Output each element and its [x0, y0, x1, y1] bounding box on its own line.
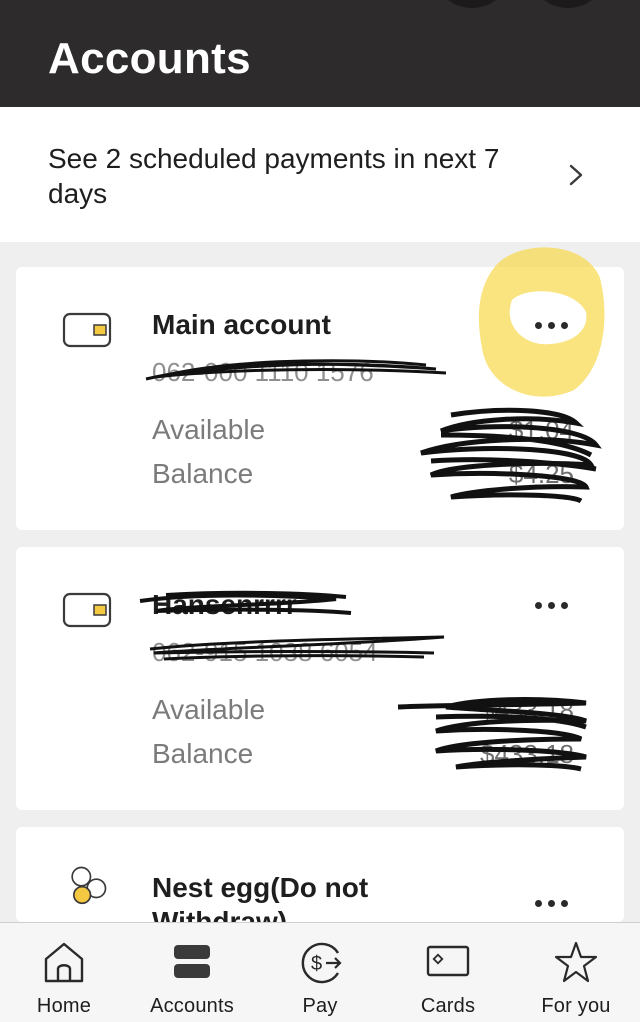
more-options-button[interactable] [516, 888, 586, 918]
wallet-icon [62, 312, 112, 348]
more-options-button[interactable] [516, 310, 586, 340]
more-options-button[interactable] [516, 590, 586, 620]
dot-icon [560, 899, 568, 907]
star-icon [554, 941, 598, 983]
dot-icon [534, 321, 542, 329]
available-amount: $433.18 [480, 695, 574, 725]
savings-coins-icon [71, 866, 107, 905]
tab-pay[interactable]: $ Pay [256, 923, 384, 1022]
page-title: Accounts [48, 34, 251, 83]
dot-icon [547, 601, 555, 609]
chevron-right-icon [569, 164, 583, 186]
card-icon [426, 945, 470, 977]
available-amount: $1.04 [508, 415, 574, 445]
dot-icon [560, 321, 568, 329]
bottom-tab-bar: Home Accounts $ Pay Cards For you [0, 922, 640, 1022]
balance-amount: $4.25 [508, 459, 574, 489]
account-number: 062-915 1038 6054 [152, 637, 378, 667]
pay-icon: $ [301, 942, 342, 984]
accounts-icon [174, 945, 210, 978]
tab-label: Home [36, 995, 92, 1017]
account-card-hansen[interactable]: Hansenrrrr 062-915 1038 6054 Available B… [16, 547, 624, 810]
dot-icon [547, 321, 555, 329]
tab-for-you[interactable]: For you [512, 923, 640, 1022]
tab-label: For you [541, 995, 611, 1017]
header-button-left-partial[interactable] [440, 0, 504, 8]
home-icon [44, 942, 84, 983]
dot-icon [534, 601, 542, 609]
dot-icon [534, 899, 542, 907]
tab-label: Accounts [150, 995, 234, 1017]
tab-home[interactable]: Home [0, 923, 128, 1022]
dot-icon [560, 601, 568, 609]
account-name: Hansenrrrr [152, 589, 297, 620]
available-balance-label: Available Balance [152, 414, 266, 489]
account-card-nest-egg[interactable]: Nest egg(Do not Withdraw) [16, 827, 624, 922]
wallet-icon [62, 592, 112, 628]
account-number: 062-000 1110 1576 [152, 357, 374, 387]
account-name: Main account [152, 309, 331, 340]
balance-amount: $433.18 [480, 739, 574, 769]
tab-cards[interactable]: Cards [384, 923, 512, 1022]
account-card-main[interactable]: Main account 062-000 1110 1576 Available… [16, 267, 624, 530]
scheduled-payments-banner[interactable]: See 2 scheduled payments in next 7 days [0, 107, 640, 242]
tab-label: Pay [302, 995, 338, 1017]
account-name: Nest egg(Do not Withdraw) [152, 872, 369, 922]
svg-text:$: $ [311, 953, 322, 975]
header-button-right-partial[interactable] [536, 0, 600, 8]
dot-icon [547, 899, 555, 907]
available-balance-label: Available Balance [152, 694, 266, 769]
tab-label: Cards [420, 995, 476, 1017]
app-header: Accounts [0, 0, 640, 107]
scheduled-payments-text: See 2 scheduled payments in next 7 days [48, 143, 500, 209]
tab-accounts[interactable]: Accounts [128, 923, 256, 1022]
